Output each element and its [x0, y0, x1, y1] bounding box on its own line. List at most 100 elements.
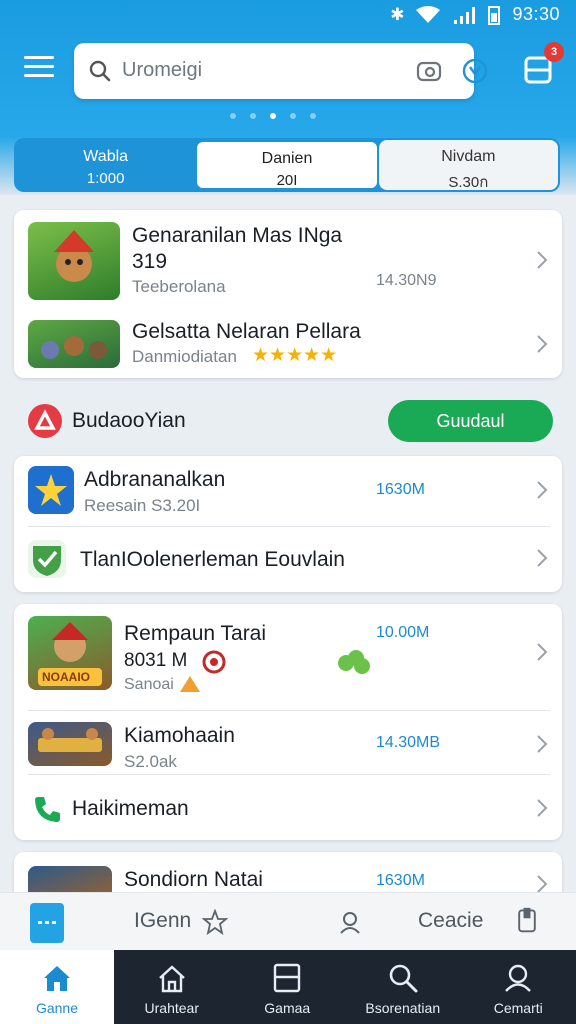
bottom-nav: Ganne Urahtear Gamaa Bsorenatian Cemarti — [0, 950, 576, 1024]
item-size: 10.00M — [376, 624, 430, 641]
item-title: Sondiorn Natai — [124, 868, 263, 891]
nav-item-gamaa[interactable]: Gamaa — [230, 950, 346, 1024]
item-title: Rempaun Tarai — [124, 622, 267, 645]
section-header: BudaooYian Guudaul — [14, 390, 562, 452]
game-badge-text: NOAAIO — [42, 670, 90, 684]
item-subtitle: Reesain S3.20I — [84, 496, 201, 515]
tab-value: 1:000 — [86, 170, 125, 187]
item-title: TlanIOolenerleman Eouvlain — [80, 548, 345, 571]
game-thumbnail — [28, 222, 120, 300]
tab-nivdam[interactable]: Nivdam S.30ก — [378, 140, 558, 191]
check-shield-icon — [28, 540, 66, 578]
download-button[interactable]: Guudaul — [388, 400, 553, 442]
bottom-toolbar: IGenn Ceacie — [0, 892, 576, 950]
grid-menu-icon[interactable] — [30, 903, 64, 943]
search-input[interactable]: Uromeigi — [122, 59, 202, 82]
clover-icon — [338, 650, 370, 674]
menu-icon[interactable] — [24, 56, 54, 82]
item-size: 14.30MB — [376, 734, 441, 751]
status-time: 93:30 — [512, 4, 560, 24]
status-bar: ✱ 93:30 — [0, 0, 576, 30]
category-tabs: Wabla 1:000 Danien 20I Nivdam S.30ก — [14, 138, 560, 192]
scan-icon[interactable] — [460, 56, 490, 86]
house-outline-icon — [158, 965, 185, 993]
list-item[interactable]: Haikimeman — [14, 774, 562, 840]
chevron-right-icon — [537, 799, 548, 817]
nav-item-bsorenatian[interactable]: Bsorenatian — [345, 950, 461, 1024]
cart-badge: 3 — [544, 42, 564, 62]
nav-label: Urahtear — [144, 1000, 199, 1016]
chevron-right-icon — [537, 549, 548, 567]
tab-value: S.30ก — [448, 174, 489, 191]
item-title: Adbrananalkan — [84, 468, 226, 491]
game-thumbnail: NOAAIO — [28, 616, 112, 690]
item-developer: Sanoai — [124, 676, 174, 693]
tab-label: Nivdam — [441, 148, 496, 165]
toolbar-label[interactable]: Ceacie — [418, 909, 483, 933]
nav-label: Ganne — [35, 1000, 79, 1016]
item-size: 1630M — [376, 872, 425, 889]
camera-icon[interactable] — [414, 56, 444, 86]
app-list-card: Adbrananalkan Reesain S3.20I 1630M TlanI… — [14, 456, 562, 592]
list-item[interactable]: TlanIOolenerleman Eouvlain — [14, 526, 562, 592]
section-title: BudaooYian — [72, 409, 186, 432]
toolbar-label[interactable]: IGenn — [134, 909, 191, 933]
item-title: Gelsatta Nelaran Pellara — [132, 320, 361, 343]
nav-label: Gamaa — [264, 1000, 311, 1016]
tab-label: Wabla — [83, 148, 129, 165]
carousel-dots — [230, 113, 316, 119]
list-item[interactable]: Genaranilan Mas INga 319 Teeberolana 14.… — [14, 210, 562, 310]
chevron-right-icon — [537, 735, 548, 753]
featured-card: Genaranilan Mas INga 319 Teeberolana 14.… — [14, 210, 562, 378]
tab-wabla[interactable]: Wabla 1:000 — [16, 140, 195, 190]
item-title: Genaranilan Mas INga — [132, 224, 343, 247]
item-size: 14.30N9 — [376, 272, 437, 289]
search-icon — [89, 60, 111, 82]
bluetooth-icon: ✱ — [390, 4, 405, 24]
phone-icon — [35, 797, 60, 822]
home-icon — [44, 966, 70, 991]
chevron-right-icon — [537, 481, 548, 499]
list-item[interactable]: Gelsatta Nelaran Pellara Danmiodiatan ★★… — [14, 310, 562, 378]
list-item[interactable]: NOAAIO Rempaun Tarai 8031 M Sanoai 10.00… — [14, 604, 562, 710]
wifi-icon — [416, 5, 441, 23]
game-thumbnail — [28, 320, 120, 368]
window-icon — [274, 963, 301, 993]
sticker-icon — [180, 676, 200, 692]
nav-item-cemarti[interactable]: Cemarti — [461, 950, 576, 1024]
emblem-icon — [202, 650, 226, 674]
item-subtitle: 8031 M — [124, 650, 188, 671]
item-title: Haikimeman — [72, 797, 189, 820]
item-subtitle: S2.0ak — [124, 752, 177, 771]
app-icon — [28, 466, 74, 514]
nav-item-urahtear[interactable]: Urahtear — [114, 950, 230, 1024]
signal-icon — [454, 6, 476, 24]
nav-item-game[interactable]: Ganne — [0, 950, 114, 1024]
game-list-card: NOAAIO Rempaun Tarai 8031 M Sanoai 10.00… — [14, 604, 562, 840]
chevron-right-icon — [537, 875, 548, 893]
item-title: Kiamohaain — [124, 724, 235, 747]
star-outline-icon[interactable] — [202, 909, 228, 935]
profile-icon — [505, 964, 532, 992]
search-icon — [389, 964, 418, 993]
search-bar[interactable]: Uromeigi — [74, 43, 488, 99]
battery-icon — [488, 5, 501, 25]
nav-label: Cemarti — [493, 1000, 543, 1016]
item-developer: Teeberolana — [132, 277, 226, 296]
list-item[interactable]: Kiamohaain S2.0ak 14.30MB — [14, 710, 562, 774]
search-people-icon[interactable] — [338, 909, 364, 935]
item-subtitle: 319 — [132, 250, 168, 273]
brand-logo-icon — [28, 404, 62, 438]
list-item[interactable]: Adbrananalkan Reesain S3.20I 1630M — [14, 456, 562, 526]
chevron-right-icon — [537, 643, 548, 661]
tab-value: 20I — [276, 172, 298, 189]
game-thumbnail — [28, 722, 112, 766]
chevron-right-icon — [537, 251, 548, 269]
tab-label: Danien — [261, 150, 313, 167]
clipboard-icon[interactable] — [514, 907, 540, 933]
nav-label: Bsorenatian — [365, 1000, 441, 1016]
item-developer: Danmiodiatan — [132, 347, 237, 366]
tab-danien[interactable]: Danien 20I — [195, 140, 379, 190]
rating-stars: ★★★★★ — [252, 345, 338, 366]
chevron-right-icon — [537, 335, 548, 353]
